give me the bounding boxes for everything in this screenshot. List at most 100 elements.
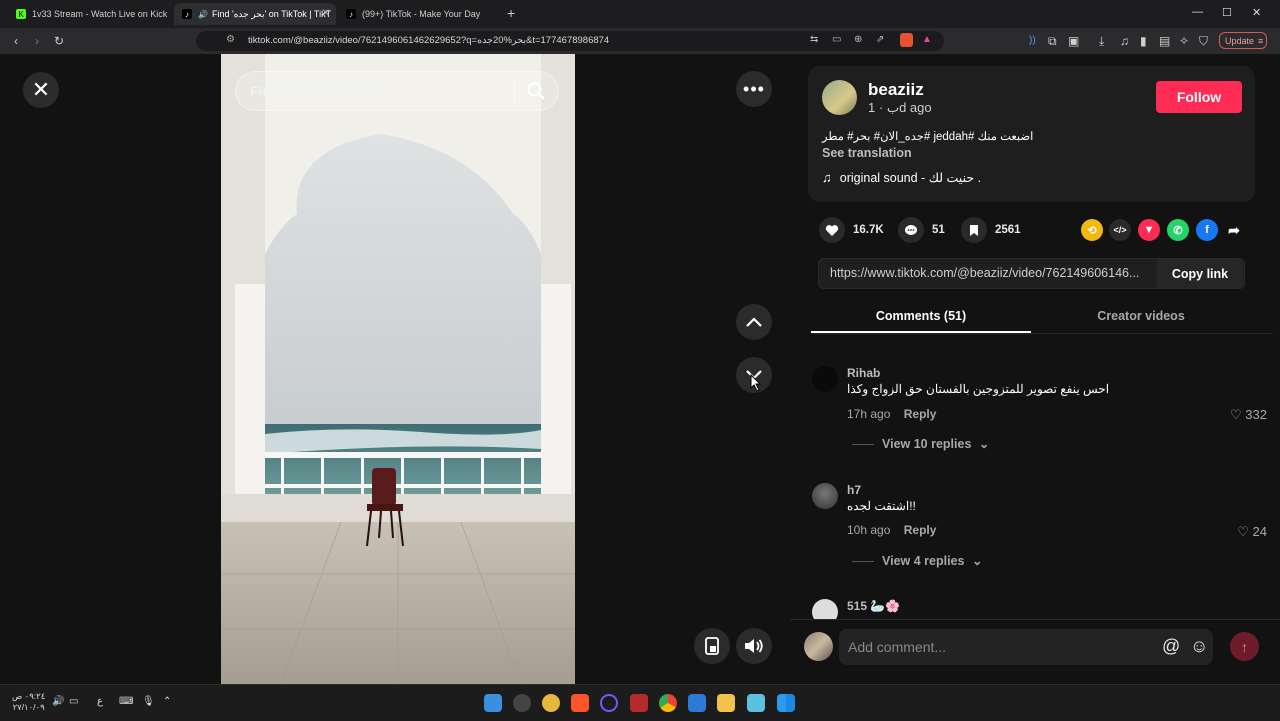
maximize-icon[interactable]: ☐	[1222, 6, 1232, 19]
app-icon-clock[interactable]	[513, 694, 531, 712]
sidebar-icon[interactable]: ▮	[1140, 33, 1147, 49]
leo-ai-icon[interactable]: ✧	[1179, 33, 1189, 49]
view-replies-button[interactable]: View 4 replies ⌄	[852, 553, 982, 568]
commenter-avatar[interactable]	[812, 366, 838, 392]
tab-comments[interactable]: Comments (51)	[811, 300, 1031, 333]
store-icon[interactable]	[688, 694, 706, 712]
send-to-friends-icon[interactable]: ▼	[1138, 219, 1160, 241]
copy-link-button[interactable]: Copy link	[1157, 259, 1243, 288]
video-link-box: https://www.tiktok.com/@beaziiz/video/76…	[818, 258, 1245, 289]
rewards-icon[interactable]: ▲	[922, 34, 932, 45]
comment-like-button[interactable]: ♡ 24	[1237, 524, 1267, 540]
commenter-name[interactable]: 515 🦢🌸	[847, 599, 900, 613]
emoji-icon[interactable]: ☺	[1190, 636, 1208, 657]
video-info-card: beaziiz ب · 1d ago Follow جده_الان# بحر#…	[808, 66, 1255, 202]
see-translation-link[interactable]: See translation	[822, 146, 912, 160]
update-button[interactable]: Update ≡	[1219, 32, 1267, 49]
mention-icon[interactable]: @	[1162, 636, 1180, 657]
keyboard-tray-icon[interactable]: ⌨	[119, 696, 133, 707]
search-icon[interactable]	[526, 81, 546, 101]
volume-tray-icon[interactable]: 🔊	[52, 696, 64, 707]
brave-browser-icon[interactable]	[571, 694, 589, 712]
tab-tiktok-search[interactable]: ♪ 🔊 Find 'بحر جده' on TikTok | TikT ✕	[174, 3, 336, 25]
close-window-icon[interactable]: ✕	[1252, 6, 1261, 19]
close-icon: ✕	[31, 77, 51, 102]
address-bar[interactable]: ⚙ tiktok.com/@beaziiz/video/762149606146…	[196, 31, 944, 51]
clock[interactable]: ٠٩:٢٤ ص ٢٧/١٠/٠٩	[12, 691, 45, 713]
post-comment-button[interactable]: ↑	[1230, 632, 1259, 661]
music-icon[interactable]: ♫	[1120, 33, 1129, 49]
like-count: 16.7K	[853, 224, 884, 236]
commenter-avatar[interactable]	[812, 483, 838, 509]
author-username[interactable]: beaziiz	[868, 80, 924, 100]
follow-button[interactable]: Follow	[1156, 81, 1242, 113]
sound-link[interactable]: ♫ original sound - حنيت لك .	[822, 170, 981, 185]
audio-playing-icon[interactable]: ))	[1029, 33, 1036, 49]
file-explorer-icon[interactable]	[717, 694, 735, 712]
commenter-name[interactable]: Rihab	[847, 366, 880, 380]
minimize-icon[interactable]: —	[1192, 6, 1203, 18]
translate-icon[interactable]: ⇆	[810, 34, 818, 45]
replies-divider	[852, 444, 874, 446]
share-page-icon[interactable]: ⇗	[876, 34, 884, 45]
back-icon[interactable]: ‹	[14, 33, 18, 49]
screenshot-icon[interactable]: ▣	[1068, 33, 1079, 49]
extensions-icon[interactable]: ⧉	[1048, 33, 1057, 49]
chrome-icon[interactable]	[659, 694, 677, 712]
app-icon-video-editor[interactable]	[630, 694, 648, 712]
windows-start-icon[interactable]	[777, 694, 795, 712]
zoom-icon[interactable]: ⊕	[854, 34, 862, 45]
new-tab-button[interactable]: +	[507, 5, 515, 21]
tab-creator-videos[interactable]: Creator videos	[1031, 300, 1251, 331]
view-replies-button[interactable]: View 10 replies ⌄	[852, 436, 989, 451]
app-icon-cortana[interactable]	[600, 694, 618, 712]
input-language[interactable]: ع	[97, 696, 103, 707]
forward-icon[interactable]: ›	[35, 33, 39, 49]
facebook-icon[interactable]: f	[1196, 219, 1218, 241]
commenter-avatar[interactable]	[812, 599, 838, 619]
heart-outline-icon: ♡	[1237, 524, 1249, 539]
picture-in-picture-button[interactable]	[694, 628, 730, 664]
comment-time: 10h ago	[847, 523, 891, 537]
cast-icon[interactable]: ▭	[832, 34, 841, 45]
tiktok-icon: ♪	[182, 9, 192, 19]
reply-button[interactable]: Reply	[904, 523, 937, 537]
video-player[interactable]	[221, 54, 575, 684]
video-link-text[interactable]: https://www.tiktok.com/@beaziiz/video/76…	[830, 266, 1139, 280]
brave-shields-icon[interactable]	[900, 33, 913, 47]
reload-icon[interactable]: ↻	[54, 33, 64, 49]
site-info-icon[interactable]: ⚙	[226, 34, 235, 45]
commenter-name[interactable]: h7	[847, 483, 861, 497]
related-search-bar[interactable]: Find related content	[235, 71, 559, 111]
embed-icon[interactable]: </>	[1109, 219, 1131, 241]
tab-tiktok-home[interactable]: ♪ (99+) TikTok - Make Your Day	[338, 3, 502, 25]
like-button[interactable]: 16.7K	[819, 217, 884, 243]
vpn-icon[interactable]: ⛉	[1199, 33, 1208, 49]
reply-button[interactable]: Reply	[904, 407, 937, 421]
more-options-button[interactable]: •••	[736, 71, 772, 107]
repost-icon[interactable]: ⟲	[1081, 219, 1103, 241]
volume-button[interactable]	[736, 628, 772, 664]
share-more-icon[interactable]: ➦	[1223, 219, 1245, 241]
chevron-up-tray-icon[interactable]: ⌃	[163, 696, 171, 707]
network-tray-icon[interactable]: ▭	[69, 696, 78, 707]
app-icon-photos[interactable]	[484, 694, 502, 712]
browser-tab-bar: K 1v33 Stream - Watch Live on Kick ♪ 🔊 F…	[0, 0, 1280, 28]
download-icon[interactable]: ⤓	[1099, 33, 1104, 49]
comment-input[interactable]: Add comment... @ ☺	[839, 629, 1213, 665]
close-tab-icon[interactable]: ✕	[322, 8, 330, 19]
comment-like-count: 332	[1245, 407, 1267, 422]
comment-button[interactable]: 51	[898, 217, 945, 243]
tab-label: Find 'بحر جده' on TikTok | TikT	[211, 8, 332, 19]
app-icon-v[interactable]	[747, 694, 765, 712]
comment-like-button[interactable]: ♡ 332	[1230, 407, 1267, 423]
author-avatar[interactable]	[822, 80, 857, 115]
microphone-tray-icon[interactable]: 🎙	[142, 696, 155, 707]
save-button[interactable]: 2561	[961, 217, 1021, 243]
whatsapp-icon[interactable]: ✆	[1167, 219, 1189, 241]
close-video-button[interactable]: ✕	[23, 72, 59, 108]
app-icon-chat[interactable]	[542, 694, 560, 712]
tab-kick[interactable]: K 1v33 Stream - Watch Live on Kick	[8, 3, 172, 25]
previous-video-button[interactable]	[736, 304, 772, 340]
wallet-icon[interactable]: ▤	[1159, 33, 1170, 49]
